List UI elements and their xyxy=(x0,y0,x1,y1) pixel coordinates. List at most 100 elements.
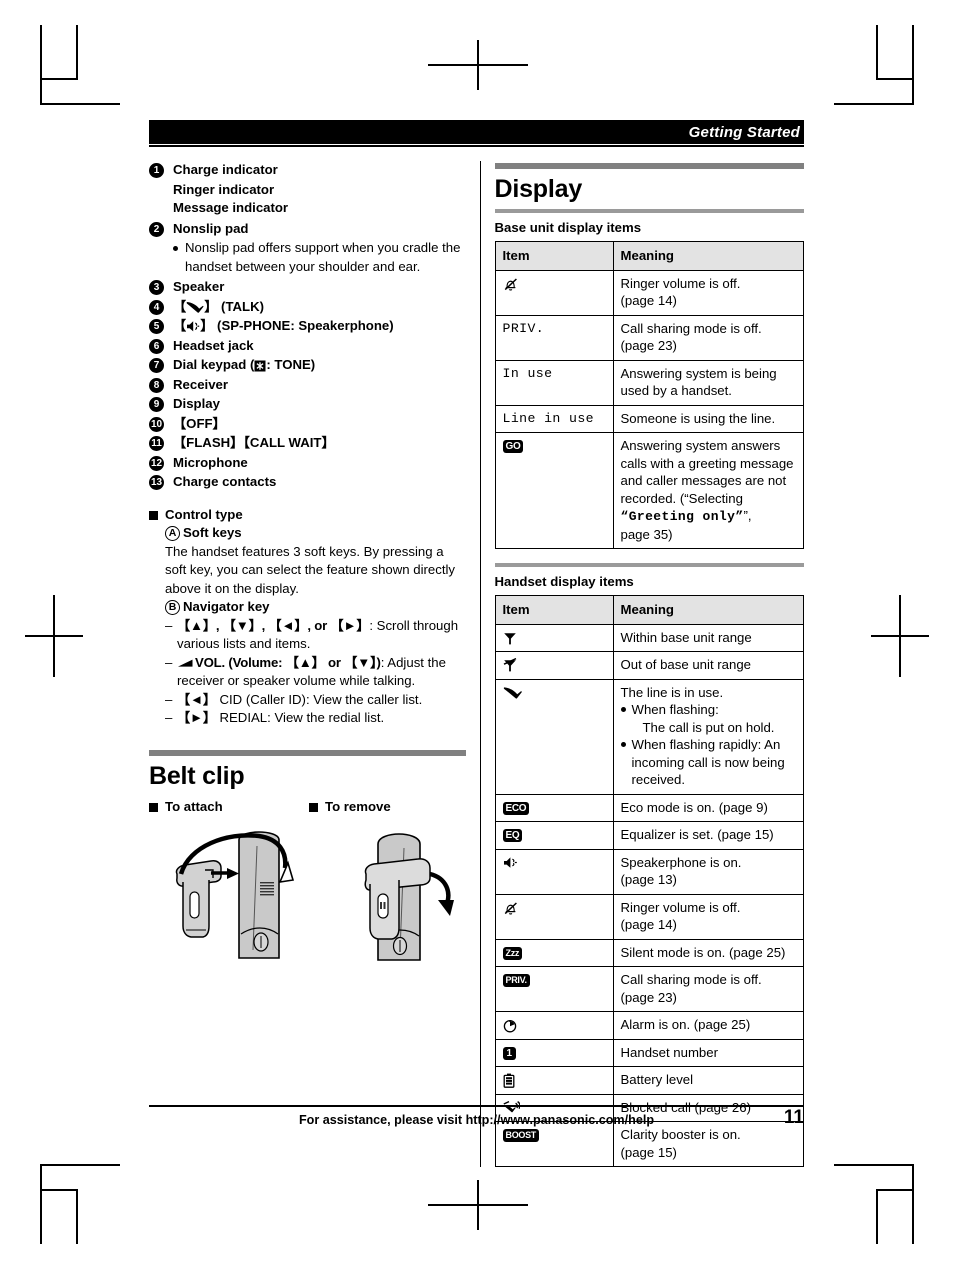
alarm-clock-icon xyxy=(503,1019,516,1032)
navigator-keys: VOL. (Volume: 【▲】 or 【▼】) xyxy=(195,654,381,670)
parts-list: 1 Charge indicator Ringer indicator Mess… xyxy=(149,161,466,492)
bullet-dot-icon xyxy=(620,707,626,712)
cell-meaning: Call sharing mode is off. (page 23) xyxy=(612,966,804,1012)
navigator-key-title-row: B Navigator key xyxy=(165,598,466,617)
navigator-item: – VOL. (Volume: 【▲】 or 【▼】): Adjust the … xyxy=(165,654,466,691)
soft-keys-title-row: A Soft keys xyxy=(165,524,466,543)
soft-keys-title: Soft keys xyxy=(183,525,242,540)
display-section-rule-thin xyxy=(494,209,804,213)
item-number-badge: 10 xyxy=(149,416,164,432)
to-attach-caption: To attach xyxy=(149,799,309,814)
item-label-text: (SP-PHONE: Speakerphone) xyxy=(217,318,394,333)
navigator-keys: 【▲】, 【▼】, 【◄】, or 【►】 xyxy=(177,617,370,633)
bullet-dot-icon xyxy=(173,246,178,251)
to-attach-label: To attach xyxy=(165,798,223,814)
table-row: In use Answering system is being used by… xyxy=(494,359,804,406)
item-label-text: (TALK) xyxy=(221,298,265,314)
meaning-line: Ringer volume is off. xyxy=(620,275,741,291)
figure-captions: To attach To remove xyxy=(149,799,466,814)
battery-icon xyxy=(503,1073,514,1088)
navigator-item-text: 【►】 REDIAL: View the redial list. xyxy=(177,709,384,728)
square-bullet-icon xyxy=(309,802,318,812)
phone-handset-icon xyxy=(503,687,522,699)
phone-handset-icon xyxy=(186,301,204,313)
cell-meaning: Speakerphone is on. (page 13) xyxy=(612,848,804,895)
cell-item: ECO xyxy=(494,793,614,822)
column-header-meaning: Meaning xyxy=(612,241,804,271)
item-number-badge: 9 xyxy=(149,397,164,412)
cell-item xyxy=(494,678,614,795)
header-bar: Getting Started xyxy=(149,123,804,144)
cell-item: PRIV. xyxy=(494,966,614,1012)
bracket-open: 【 xyxy=(173,298,187,314)
greeting-only-badge-icon: GO xyxy=(502,440,524,453)
item-label: Charge contacts xyxy=(173,474,277,489)
table-row: GO Answering system answers calls with a… xyxy=(494,432,804,549)
speakerphone-icon xyxy=(187,321,200,332)
square-bullet-icon xyxy=(149,802,158,812)
list-item: 3 Speaker xyxy=(149,278,466,297)
meaning-post: ”, xyxy=(743,508,752,523)
item-number-badge: 12 xyxy=(149,455,164,471)
item-number-badge: 1 xyxy=(149,163,164,178)
table-row: 1 Handset number xyxy=(494,1038,804,1067)
bracket-close: 】 xyxy=(204,298,218,314)
cell-item xyxy=(494,848,614,895)
display-section-title: Display xyxy=(494,175,583,203)
square-bullet-icon xyxy=(149,510,158,520)
cell-meaning: Out of base unit range xyxy=(612,651,804,680)
item-number-badge: 3 xyxy=(149,280,164,295)
table-row: Speakerphone is on. (page 13) xyxy=(494,848,804,895)
cell-meaning: Within base unit range xyxy=(612,623,804,652)
item-label-extra: Message indicator xyxy=(173,200,289,215)
navigator-keys: 【◄】 xyxy=(177,691,216,707)
navigator-item: – 【◄】 CID (Caller ID): View the caller l… xyxy=(165,691,466,710)
table-row: PRIV. Call sharing mode is off. (page 23… xyxy=(494,314,804,361)
antenna-in-range-icon xyxy=(503,632,516,644)
table-header-row: Item Meaning xyxy=(494,595,804,625)
bullet-text: Nonslip pad offers support when you crad… xyxy=(185,240,461,274)
base-unit-display-table: Item Meaning Ringer volume is off. (page… xyxy=(494,241,805,549)
item-number-badge: 13 xyxy=(149,475,164,490)
belt-clip-figures xyxy=(149,826,466,976)
registration-mark-top xyxy=(428,40,528,90)
circled-letter-b: B xyxy=(165,600,180,615)
item-label-extra: Ringer indicator xyxy=(173,181,275,197)
handset-number-badge-icon: 1 xyxy=(502,1046,516,1060)
registration-mark-right xyxy=(871,595,929,677)
item-label: Charge indicator xyxy=(173,162,278,177)
circled-letter-a: A xyxy=(165,526,180,541)
navigator-key-title: Navigator key xyxy=(183,599,270,614)
item-number-badge: 7 xyxy=(149,358,164,373)
table-row: Battery level xyxy=(494,1066,804,1095)
running-head-title: Getting Started xyxy=(688,124,800,141)
cell-item: EQ xyxy=(494,821,614,850)
table-row: Out of base unit range xyxy=(494,651,804,680)
cell-meaning: Eco mode is on. (page 9) xyxy=(612,793,804,822)
display-section-rule xyxy=(494,163,804,169)
cell-meaning: Ringer volume is off. (page 14) xyxy=(612,893,804,940)
running-head: Getting Started xyxy=(149,120,804,147)
dash-marker: – xyxy=(165,691,173,707)
navigator-desc: CID (Caller ID): View the caller list. xyxy=(215,691,423,707)
meaning-bullet: When flashing rapidly: An incoming call … xyxy=(620,736,797,789)
meaning-page-ref: page 35) xyxy=(620,526,673,542)
belt-clip-attach-illustration xyxy=(175,830,295,959)
meaning-line: Clarity booster is on. xyxy=(620,1127,741,1142)
page-content: Getting Started 1 Charge indicator Ringe… xyxy=(149,120,805,1167)
navigator-keys: 【►】 xyxy=(177,710,216,725)
to-remove-label: To remove xyxy=(325,798,391,814)
list-item: 2 Nonslip pad xyxy=(149,220,466,239)
item-number-badge: 2 xyxy=(149,221,164,237)
item-label: Speaker xyxy=(173,279,225,294)
navigator-item-text: VOL. (Volume: 【▲】 or 【▼】): Adjust the re… xyxy=(177,654,466,691)
footer-assistance-text: For assistance, please visit http://www.… xyxy=(298,1112,655,1127)
cell-item xyxy=(494,269,614,316)
list-item: 13 Charge contacts xyxy=(149,473,466,492)
meaning-line: Ringer volume is off. xyxy=(620,899,741,915)
cell-meaning: Equalizer is set. (page 15) xyxy=(612,821,804,850)
belt-clip-remove-illustration xyxy=(364,832,454,961)
navigator-desc: REDIAL: View the redial list. xyxy=(215,710,385,725)
dash-marker: – xyxy=(165,710,173,725)
navigator-item: – 【▲】, 【▼】, 【◄】, or 【►】: Scroll through … xyxy=(165,617,466,654)
